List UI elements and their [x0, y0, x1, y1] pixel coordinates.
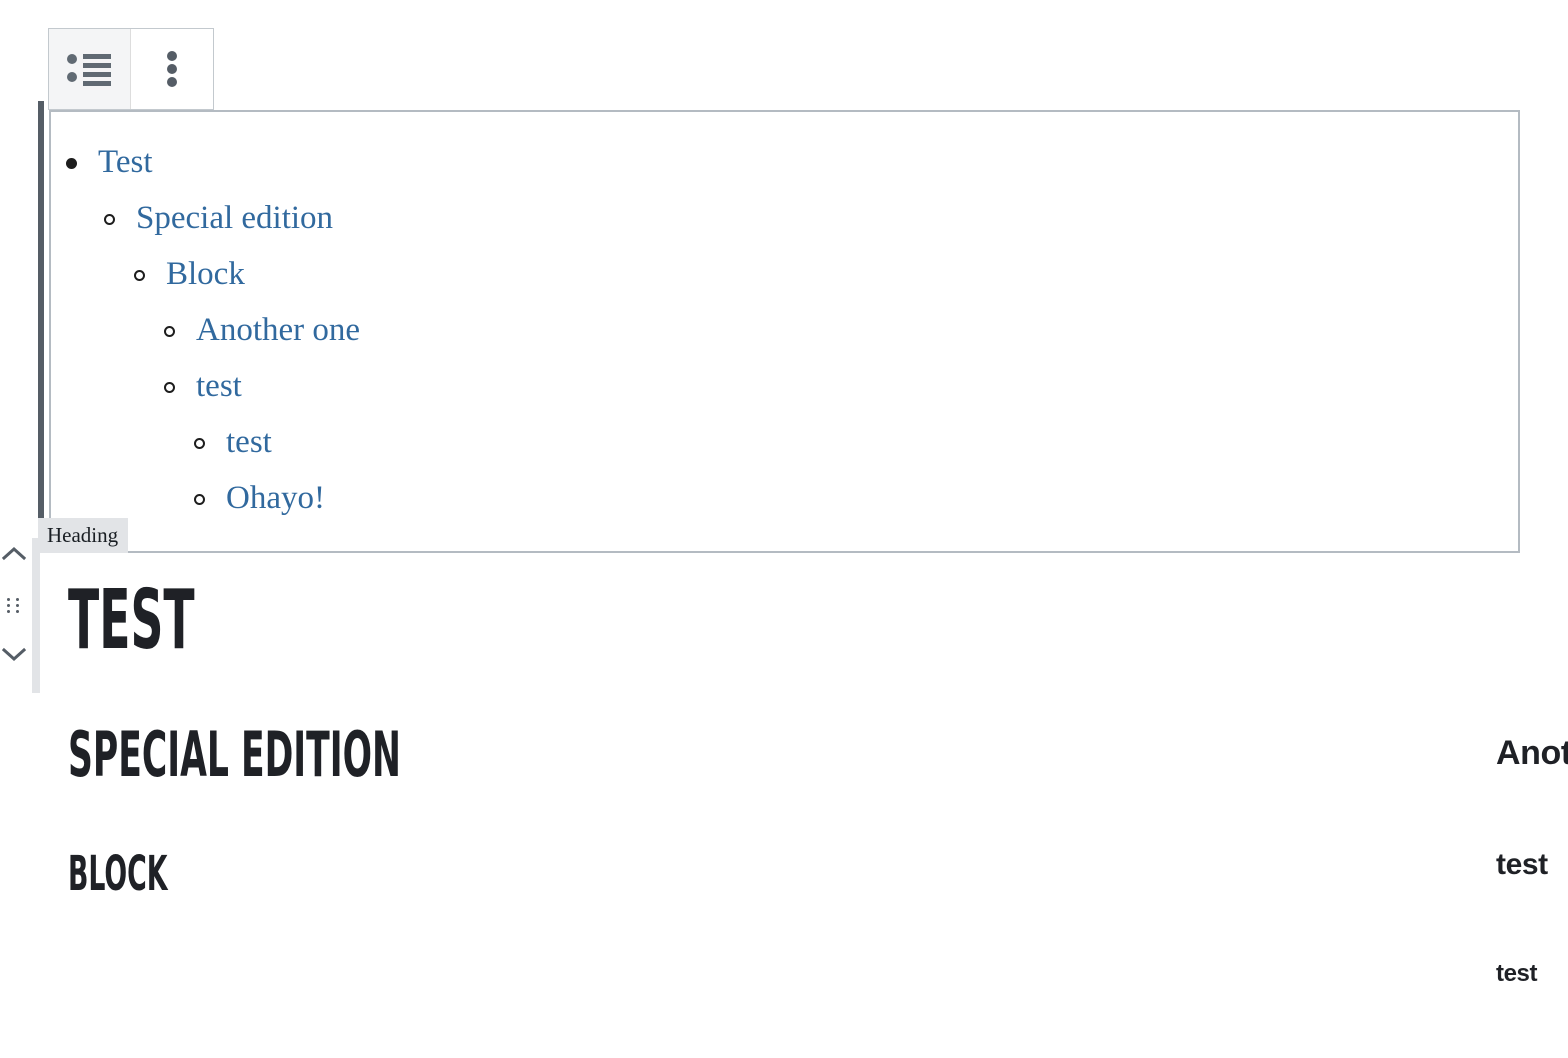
heading-block-selected-indicator [32, 538, 40, 693]
move-down-button[interactable] [0, 642, 28, 670]
list-item-label[interactable]: Block [166, 246, 245, 302]
heading-special-edition[interactable]: SPECIAL EDITION [68, 724, 401, 786]
chevron-up-icon [1, 545, 27, 564]
document-outline-list[interactable]: Test Special edition Block Another one t [64, 134, 360, 526]
heading-test-2[interactable]: test [1496, 962, 1537, 986]
options-button[interactable] [131, 29, 213, 109]
kebab-menu-icon [166, 51, 178, 87]
unordered-list-button[interactable] [49, 29, 131, 109]
chevron-down-icon [1, 647, 27, 666]
list-block-selected-indicator [38, 101, 44, 519]
heading-block[interactable]: Heading TEST [0, 518, 1568, 693]
list-item-label[interactable]: test [226, 414, 272, 470]
heading-test-1[interactable]: test [1496, 850, 1548, 880]
block-toolbar [48, 28, 214, 110]
heading-block-top-rule [134, 551, 1518, 553]
list-block[interactable]: Test Special edition Block Another one t [38, 101, 1520, 553]
list-item[interactable]: Another one [162, 302, 360, 358]
block-mover [0, 540, 28, 670]
list-item-label[interactable]: Another one [196, 302, 360, 358]
list-item-label[interactable]: test [196, 358, 242, 414]
editor-canvas: Test Special edition Block Another one t [0, 0, 1568, 1058]
unordered-list-icon [66, 52, 113, 86]
list-item-label[interactable]: Test [98, 134, 153, 190]
list-item[interactable]: Test [64, 134, 360, 190]
move-up-button[interactable] [0, 540, 28, 568]
list-item[interactable]: Special edition [102, 190, 360, 246]
heading-block-2[interactable]: BLOCK [68, 850, 168, 898]
page-title[interactable]: TEST [68, 580, 955, 662]
column-left: SPECIAL EDITION BLOCK [0, 700, 748, 1058]
drag-handle-icon[interactable] [5, 598, 23, 613]
heading-block-content[interactable]: TEST [68, 580, 1498, 662]
list-item[interactable]: Block [132, 246, 360, 302]
block-type-label: Heading [38, 518, 129, 553]
columns-block: SPECIAL EDITION BLOCK Another one test t… [0, 700, 1568, 1058]
list-item-label[interactable]: Special edition [136, 190, 333, 246]
list-item[interactable]: test [162, 358, 360, 414]
heading-another-one[interactable]: Another one [1496, 736, 1568, 770]
list-item[interactable]: test [192, 414, 360, 470]
list-block-outline: Test Special edition Block Another one t [49, 110, 1520, 553]
column-right: Another one test test [748, 700, 1568, 1058]
